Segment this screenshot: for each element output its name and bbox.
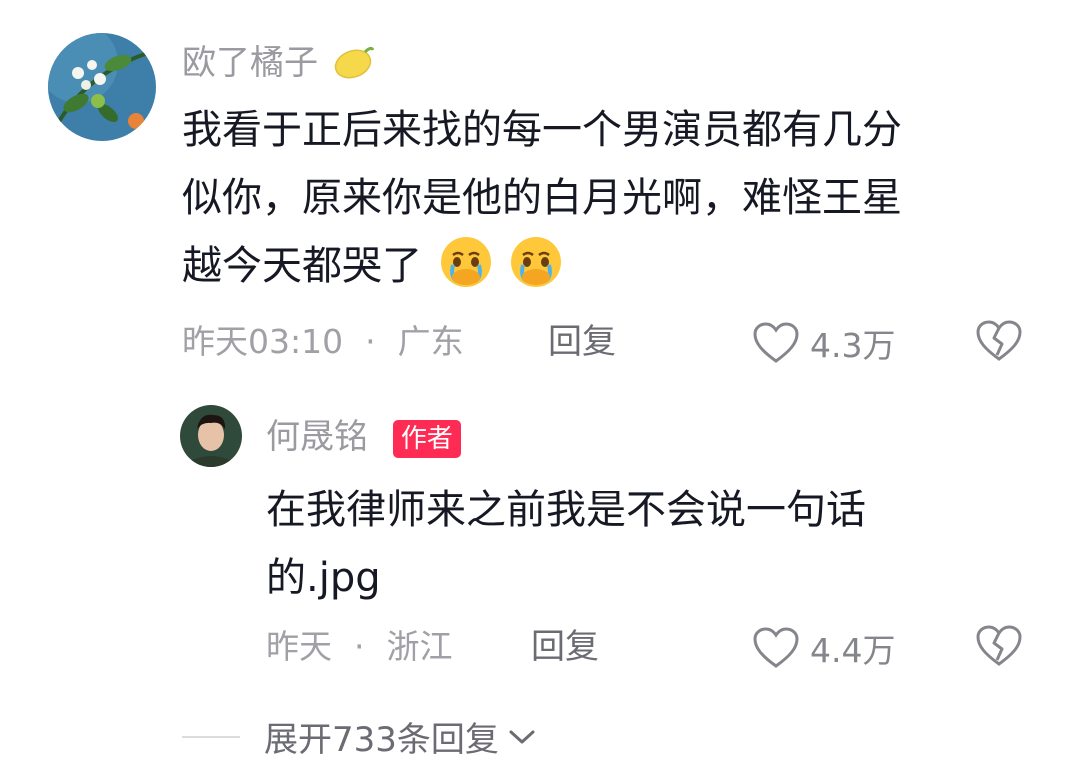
comment-dislike-button[interactable] xyxy=(975,319,1023,367)
comment-line: 似你，原来你是他的白月光啊，难怪王星 xyxy=(182,175,902,221)
reply-meta: 昨天 · 浙江 xyxy=(266,627,453,667)
comment-like-button[interactable]: 4.3万 xyxy=(752,319,895,367)
comment-text: 我看于正后来找的每一个男演员都有几分 似你，原来你是他的白月光啊，难怪王星 越今… xyxy=(182,96,1042,310)
comment-meta: 昨天03:10 · 广东 xyxy=(182,322,464,362)
comment-line: 我看于正后来找的每一个男演员都有几分 xyxy=(182,107,902,153)
reply-line: 的.jpg xyxy=(266,555,381,601)
expand-divider xyxy=(182,735,240,738)
author-badge: 作者 xyxy=(392,419,461,458)
reply-dislike-button[interactable] xyxy=(975,624,1023,672)
lemon-icon xyxy=(333,44,375,89)
like-count: 4.4万 xyxy=(810,631,896,670)
expand-replies-button[interactable]: 展开733条回复 xyxy=(182,712,539,761)
comment-line: 越今天都哭了 xyxy=(182,232,1042,310)
reply-like-button[interactable]: 4.4万 xyxy=(752,624,895,672)
author-username[interactable]: 何晟铭 作者 xyxy=(266,417,461,458)
reply-line: 在我律师来之前我是不会说一句话 xyxy=(266,487,866,533)
commenter-avatar[interactable] xyxy=(48,33,156,141)
reply-time: 昨天 xyxy=(266,627,332,666)
comment-reply-button[interactable]: 回复 xyxy=(548,322,616,362)
broken-heart-icon xyxy=(976,625,1022,666)
reply-location: 浙江 xyxy=(386,627,453,666)
reply-text: 在我律师来之前我是不会说一句话 的.jpg xyxy=(266,476,1026,612)
author-avatar[interactable] xyxy=(180,405,242,467)
like-count: 4.3万 xyxy=(810,326,896,365)
meta-separator: · xyxy=(354,627,365,666)
comment-time: 昨天03:10 xyxy=(182,322,344,361)
crying-face-icon xyxy=(439,235,493,310)
crying-face-icon xyxy=(509,235,563,310)
expand-replies-label: 展开733条回复 xyxy=(264,720,499,760)
commenter-username[interactable]: 欧了橘子 xyxy=(182,43,375,89)
meta-separator: · xyxy=(365,322,376,361)
comment-line-text: 越今天都哭了 xyxy=(182,243,422,289)
broken-heart-icon xyxy=(976,320,1022,361)
heart-icon xyxy=(753,627,799,668)
comment-location: 广东 xyxy=(397,322,464,361)
chevron-down-icon xyxy=(509,730,535,743)
heart-icon xyxy=(753,322,799,363)
reply-reply-button[interactable]: 回复 xyxy=(531,627,599,667)
username-text: 何晟铭 xyxy=(266,417,368,457)
username-text: 欧了橘子 xyxy=(182,43,318,83)
